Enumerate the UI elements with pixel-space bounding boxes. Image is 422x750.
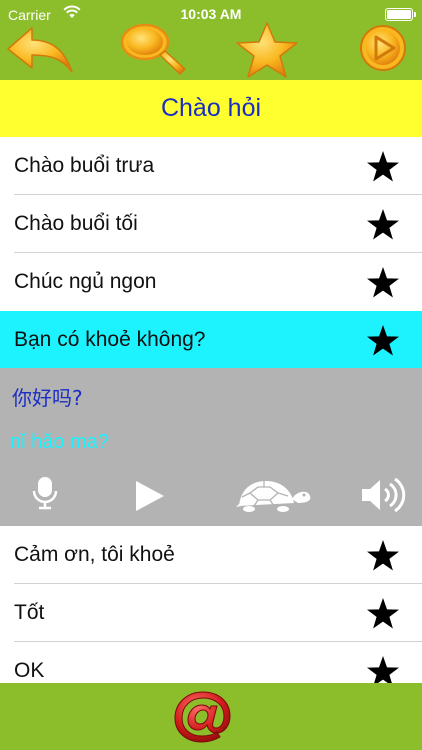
star-icon[interactable] — [366, 539, 400, 572]
play-icon[interactable] — [135, 480, 165, 512]
star-icon[interactable] — [366, 266, 400, 299]
microphone-icon[interactable] — [30, 476, 60, 510]
list-item-label: Tốt — [14, 601, 45, 624]
favorite-star-icon[interactable] — [232, 22, 302, 78]
turtle-slow-icon[interactable] — [236, 479, 312, 513]
pinyin-text: nǐ hǎo ma? — [10, 431, 109, 453]
list-item[interactable]: Chúc ngủ ngon — [0, 253, 422, 311]
list-item[interactable]: Chào buổi tối — [0, 195, 422, 253]
battery-icon — [385, 8, 416, 21]
speaker-icon[interactable] — [360, 478, 408, 512]
at-sign-icon[interactable] — [171, 689, 235, 745]
phrase-detail-panel: 你好吗? nǐ hǎo ma? — [0, 368, 422, 526]
list-item-label: Cảm ơn, tôi khoẻ — [14, 543, 175, 566]
star-icon[interactable] — [366, 597, 400, 630]
play-icon[interactable] — [348, 22, 418, 78]
status-time: 10:03 AM — [180, 6, 242, 22]
list-item-label: Chào buổi trưa — [14, 154, 155, 177]
star-icon[interactable] — [366, 150, 400, 183]
search-icon[interactable] — [118, 22, 188, 78]
list-item-label: Chào buổi tối — [14, 212, 138, 235]
list-item[interactable]: Cảm ơn, tôi khoẻ — [0, 526, 422, 584]
top-toolbar: Carrier 10:03 AM — [0, 0, 422, 80]
back-arrow-icon[interactable] — [6, 22, 76, 78]
page-title: Chào hỏi — [0, 80, 422, 137]
list-item-label: Chúc ngủ ngon — [14, 270, 157, 293]
bottom-toolbar — [0, 683, 422, 750]
star-icon[interactable] — [366, 208, 400, 241]
list-item-label: Bạn có khoẻ không? — [14, 328, 206, 351]
list-item[interactable]: Chào buổi trưa — [0, 137, 422, 195]
list-item[interactable]: Tốt — [0, 584, 422, 642]
list-item-selected[interactable]: Bạn có khoẻ không? — [0, 311, 422, 368]
chinese-text: 你好吗? — [12, 386, 83, 410]
star-icon[interactable] — [366, 324, 400, 357]
